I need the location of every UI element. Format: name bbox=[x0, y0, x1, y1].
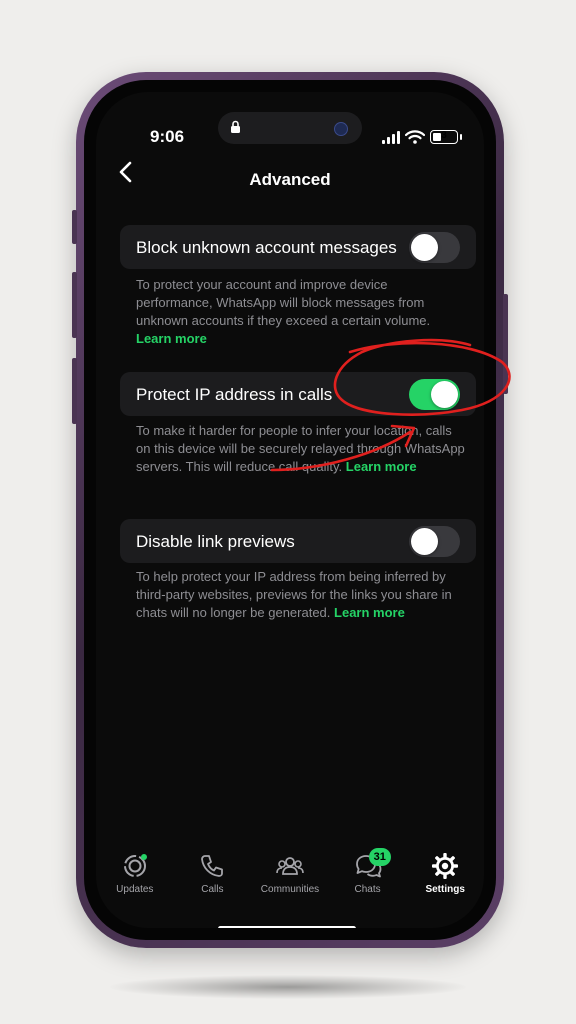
lock-icon bbox=[230, 120, 241, 137]
tab-label: Settings bbox=[425, 884, 465, 895]
screen: 9:06 3 Advanced Block unknown account me… bbox=[96, 92, 484, 928]
phone-shadow bbox=[110, 975, 466, 999]
tab-label: Calls bbox=[201, 884, 224, 895]
communities-icon bbox=[276, 857, 304, 875]
volume-down-button bbox=[72, 358, 77, 424]
action-button bbox=[72, 210, 77, 244]
camera-indicator-icon bbox=[334, 122, 348, 136]
setting-description: To help protect your IP address from bei… bbox=[136, 569, 452, 620]
learn-more-link[interactable]: Learn more bbox=[334, 605, 405, 620]
setting-row-protect-ip: Protect IP address in calls bbox=[120, 372, 476, 416]
battery-level: 3 bbox=[441, 130, 447, 141]
tab-label: Updates bbox=[116, 884, 154, 895]
unread-badge: 31 bbox=[368, 848, 391, 866]
home-indicator[interactable] bbox=[218, 926, 356, 928]
status-icons: 3 bbox=[382, 128, 462, 146]
tab-label: Chats bbox=[354, 884, 381, 895]
status-time: 9:06 bbox=[150, 127, 185, 146]
learn-more-link[interactable]: Learn more bbox=[346, 459, 417, 474]
power-button bbox=[503, 294, 508, 394]
block-unknown-toggle[interactable] bbox=[409, 232, 460, 263]
phone-bezel: 9:06 3 Advanced Block unknown account me… bbox=[84, 80, 496, 940]
tab-chats[interactable]: 31 Chats bbox=[329, 848, 407, 912]
phone-icon bbox=[201, 855, 224, 877]
tab-communities[interactable]: Communities bbox=[251, 852, 329, 912]
setting-row-block-unknown: Block unknown account messages bbox=[120, 225, 476, 269]
page-title: Advanced bbox=[249, 170, 331, 189]
phone-frame: 9:06 3 Advanced Block unknown account me… bbox=[72, 72, 508, 948]
setting-label: Protect IP address in calls bbox=[136, 385, 333, 404]
protect-ip-toggle[interactable] bbox=[409, 379, 460, 410]
wifi-icon bbox=[405, 130, 425, 144]
tab-updates[interactable]: Updates bbox=[96, 852, 174, 912]
gear-icon bbox=[432, 853, 459, 879]
disable-link-previews-toggle[interactable] bbox=[409, 526, 460, 557]
setting-description: To make it harder for people to infer yo… bbox=[136, 423, 465, 474]
volume-up-button bbox=[72, 272, 77, 338]
setting-label: Block unknown account messages bbox=[136, 238, 397, 257]
learn-more-link[interactable]: Learn more bbox=[136, 331, 207, 346]
setting-description: To protect your account and improve devi… bbox=[136, 277, 431, 346]
setting-label: Disable link previews bbox=[136, 532, 295, 551]
setting-row-disable-link-previews: Disable link previews bbox=[120, 519, 476, 563]
tab-bar: Updates Calls Communities 31 Chats Setti… bbox=[96, 848, 484, 912]
battery-icon: 3 bbox=[430, 130, 462, 144]
tab-settings[interactable]: Settings bbox=[406, 852, 484, 912]
cellular-signal-icon bbox=[382, 130, 400, 144]
dynamic-island bbox=[218, 112, 362, 144]
tab-label: Communities bbox=[260, 884, 320, 895]
updates-icon bbox=[123, 854, 147, 877]
tab-calls[interactable]: Calls bbox=[174, 852, 252, 912]
